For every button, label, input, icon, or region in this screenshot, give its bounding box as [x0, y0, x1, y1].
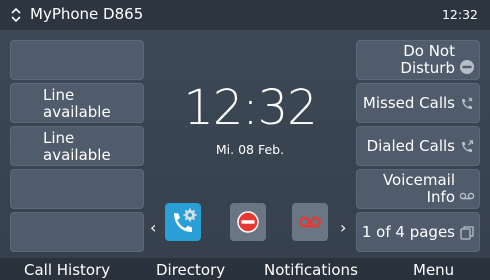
- missed-call-icon: [462, 97, 473, 109]
- status-time: 12:32: [441, 7, 478, 22]
- voicemail-app-icon: [299, 216, 321, 228]
- line-key-3[interactable]: Line available: [10, 126, 144, 166]
- do-not-disturb-label: Do Not Disturb: [400, 42, 455, 77]
- do-not-disturb-icon: [460, 60, 474, 74]
- dialed-call-icon: [462, 140, 474, 152]
- missed-calls-label: Missed Calls: [362, 94, 455, 112]
- dialed-calls-key[interactable]: Dialed Calls: [356, 126, 480, 166]
- clock-time: 12:32: [183, 80, 317, 136]
- voicemail-info-key[interactable]: Voicemail Info: [356, 169, 480, 209]
- page-indicator-key[interactable]: 1 of 4 pages: [356, 212, 480, 252]
- line-key-4[interactable]: [10, 169, 144, 209]
- voicemail-app-button[interactable]: [292, 203, 328, 241]
- line-key-5[interactable]: [10, 212, 144, 252]
- tray-left-arrow-icon[interactable]: ‹: [150, 218, 156, 237]
- clock-date: Mi. 08 Feb.: [215, 142, 285, 157]
- voicemail-info-label: Voicemail Info: [382, 171, 455, 206]
- softkey-menu[interactable]: Menu: [413, 261, 454, 279]
- page-indicator-label: 1 of 4 pages: [361, 223, 455, 241]
- call-settings-icon: [174, 208, 197, 232]
- up-down-arrows-icon[interactable]: [10, 7, 22, 23]
- dnd-app-button[interactable]: [230, 203, 266, 241]
- softkey-bar: Call History Directory Notifications Men…: [0, 258, 490, 280]
- do-not-disturb-key[interactable]: Do Not Disturb: [356, 40, 480, 80]
- softkey-call-history[interactable]: Call History: [24, 261, 110, 279]
- call-settings-app-button[interactable]: [165, 203, 201, 241]
- line-key-3-label: Line available: [43, 129, 111, 164]
- pages-icon: [460, 226, 474, 240]
- phone-screen: MyPhone D865 12:32 Line available Line a…: [0, 0, 490, 280]
- line-key-2-label: Line available: [43, 86, 111, 121]
- line-key-2[interactable]: Line available: [10, 83, 144, 123]
- status-bar: MyPhone D865 12:32: [0, 0, 490, 30]
- missed-calls-key[interactable]: Missed Calls: [356, 83, 480, 123]
- voicemail-icon: [459, 192, 475, 200]
- softkey-notifications[interactable]: Notifications: [264, 261, 358, 279]
- phone-name: MyPhone D865: [30, 5, 144, 23]
- line-key-1[interactable]: [10, 40, 144, 80]
- dnd-circle-icon: [237, 211, 259, 233]
- softkey-directory[interactable]: Directory: [156, 261, 225, 279]
- dialed-calls-label: Dialed Calls: [366, 137, 455, 155]
- tray-right-arrow-icon[interactable]: ›: [340, 218, 346, 237]
